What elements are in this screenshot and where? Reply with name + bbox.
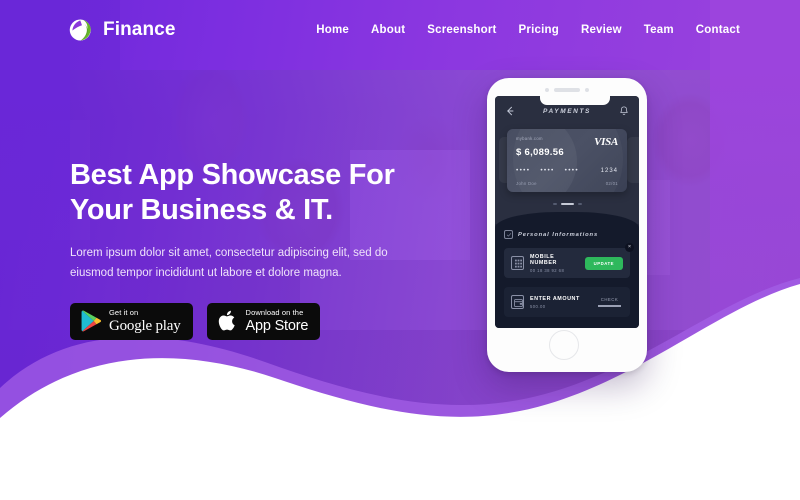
mobile-number-text: MOBILE NUMBER 00 18 38 92 68	[530, 254, 579, 273]
hero-content: Best App Showcase For Your Business & IT…	[70, 158, 430, 340]
carousel-dot-1[interactable]	[552, 203, 557, 205]
nav-item-contact[interactable]: Contact	[696, 24, 740, 36]
app-store-label: Download on the App Store	[246, 309, 309, 333]
bell-icon[interactable]	[618, 105, 630, 117]
card-holder-name: John Doe	[516, 181, 537, 186]
check-button-label: CHECK	[600, 297, 619, 303]
card-number-group-1: ••••	[516, 167, 531, 174]
close-icon[interactable]: ×	[625, 243, 634, 252]
back-arrow-icon[interactable]	[504, 105, 516, 117]
card-stack-right	[627, 137, 639, 183]
carousel-dot-3[interactable]	[577, 203, 582, 205]
mobile-number-value: 00 18 38 92 68	[530, 267, 565, 273]
card-number-last4: 1234	[600, 167, 618, 174]
hero-title-line-1: Best App Showcase For	[70, 159, 395, 191]
phone-mockup: PAYMENTS mybank.com VISA $ 6,089.56 ••••…	[487, 78, 647, 372]
store-buttons: Get it on Google play Download on the Ap…	[70, 303, 430, 340]
enter-amount-label: ENTER AMOUNT	[530, 295, 580, 302]
credit-card[interactable]: mybank.com VISA $ 6,089.56 •••• •••• •••…	[507, 129, 627, 192]
phone-camera-dot	[545, 88, 549, 92]
google-play-icon	[81, 310, 102, 332]
nav-links: Home About Screenshort Pricing Review Te…	[316, 24, 740, 36]
phone-keypad-icon	[511, 256, 524, 270]
enter-amount-value: 500.00	[530, 303, 546, 309]
card-number: •••• •••• •••• 1234	[516, 167, 618, 174]
google-play-small-text: Get it on	[109, 308, 139, 317]
card-balance: $ 6,089.56	[516, 147, 564, 158]
check-button[interactable]: CHECK	[598, 297, 623, 307]
nav-item-screenshort[interactable]: Screenshort	[427, 24, 496, 36]
list-item-mobile-number[interactable]: × MOBILE NUMBER 00 18 38 92 68 UPDATE	[504, 243, 634, 278]
section-title: Personal Informations	[518, 231, 599, 238]
nav-item-home[interactable]: Home	[316, 24, 349, 36]
app-header-title: PAYMENTS	[543, 107, 591, 115]
check-button-underline	[598, 305, 621, 307]
wallet-icon	[511, 295, 524, 309]
app-store-small-text: Download on the	[245, 308, 304, 318]
nav-item-about[interactable]: About	[371, 24, 405, 36]
phone-speaker-bar	[554, 88, 580, 92]
screen-top-area: PAYMENTS mybank.com VISA $ 6,089.56 ••••…	[495, 96, 639, 224]
nav-item-team[interactable]: Team	[644, 24, 674, 36]
phone-sensor-dot	[585, 88, 589, 92]
card-number-group-2: ••••	[540, 167, 555, 174]
phone-notch	[540, 96, 610, 105]
navbar: Finance Home About Screenshort Pricing R…	[0, 0, 800, 60]
mobile-number-label: MOBILE NUMBER	[530, 253, 557, 266]
update-button[interactable]: UPDATE	[584, 256, 623, 270]
card-carousel-indicator[interactable]	[495, 203, 639, 205]
card-expiry: 02/01	[605, 181, 618, 186]
landing-page: Finance Home About Screenshort Pricing R…	[0, 0, 800, 500]
app-store-button[interactable]: Download on the App Store	[206, 303, 321, 340]
nav-item-review[interactable]: Review	[581, 24, 622, 36]
card-footer: John Doe 02/01	[516, 181, 618, 186]
phone-speaker	[487, 85, 647, 95]
hero-title: Best App Showcase For Your Business & IT…	[70, 158, 430, 229]
credit-card-content: mybank.com VISA $ 6,089.56 •••• •••• •••…	[507, 129, 627, 192]
enter-amount-text: ENTER AMOUNT 500.00	[530, 296, 592, 309]
google-play-button[interactable]: Get it on Google play	[70, 303, 193, 340]
hero-subtitle: Lorem ipsum dolor sit amet, consectetur …	[70, 246, 388, 279]
card-number-group-3: ••••	[564, 167, 579, 174]
apple-icon	[218, 310, 235, 331]
screen-bottom-panel: Personal Informations × MOBILE NUMBER 00…	[495, 212, 639, 328]
hero-title-line-2: Your Business & IT.	[70, 194, 333, 227]
card-brand-visa: VISA	[594, 136, 618, 148]
carousel-dot-active[interactable]	[560, 203, 574, 205]
finance-leaf-logo-icon	[69, 19, 91, 41]
google-play-label: Get it on Google play	[109, 309, 181, 334]
brand-name: Finance	[103, 19, 176, 40]
phone-screen: PAYMENTS mybank.com VISA $ 6,089.56 ••••…	[495, 96, 639, 328]
google-play-big-text: Google play	[109, 317, 181, 334]
phone-home-button[interactable]	[549, 330, 579, 360]
section-header: Personal Informations	[504, 230, 630, 239]
nav-item-pricing[interactable]: Pricing	[519, 24, 559, 36]
info-square-icon	[504, 230, 513, 239]
brand-logo[interactable]: Finance	[68, 16, 176, 44]
list-item-enter-amount[interactable]: ENTER AMOUNT 500.00 CHECK	[504, 287, 630, 317]
app-store-big-text: App Store	[245, 317, 309, 334]
